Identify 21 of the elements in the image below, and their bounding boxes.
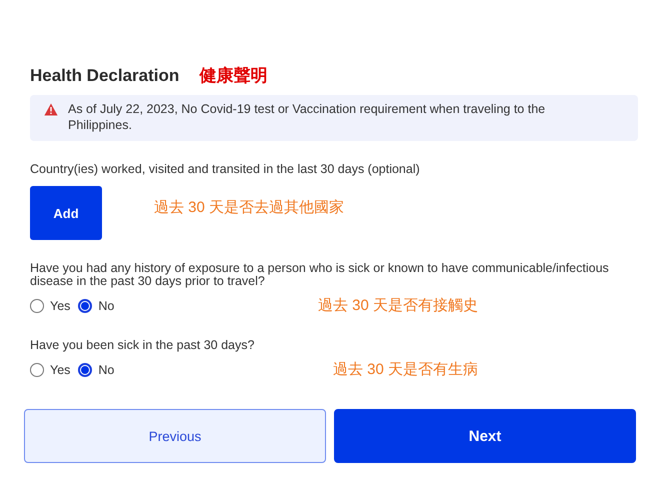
add-button[interactable]: Add bbox=[30, 186, 102, 240]
question-text: Have you had any history of exposure to a person who is sick or known to have communicable/infectious disease in the past 30 days prior to travel? bbox=[30, 262, 610, 288]
previous-button[interactable]: Previous bbox=[24, 409, 326, 463]
question-text: Have you been sick in the past 30 days? bbox=[30, 339, 256, 352]
page-title: Health Declaration bbox=[30, 66, 180, 86]
radio-button[interactable] bbox=[30, 298, 44, 312]
radio-button[interactable] bbox=[78, 362, 92, 376]
field-label: Country(ies) worked, visited and transited in the last 30 days (optional) bbox=[30, 163, 421, 176]
warning-icon bbox=[44, 103, 58, 116]
radio-button[interactable] bbox=[30, 362, 44, 376]
radio-button[interactable] bbox=[78, 298, 92, 312]
radio-label[interactable]: Yes bbox=[50, 298, 70, 312]
radio-label[interactable]: No bbox=[98, 298, 114, 312]
annotation: 過去 30 天是否去過其他國家 bbox=[154, 198, 344, 217]
radio-label[interactable]: No bbox=[98, 362, 114, 376]
annotation: 過去 30 天是否有生病 bbox=[332, 360, 478, 379]
alert-text: As of July 22, 2023, No Covid-19 test or Vaccination requirement when traveling to the Philippines. bbox=[68, 101, 546, 133]
next-button[interactable]: Next bbox=[334, 409, 636, 463]
annotation: 過去 30 天是否有接觸史 bbox=[318, 296, 478, 315]
annotation: 健康聲明 bbox=[199, 65, 268, 87]
radio-label[interactable]: Yes bbox=[50, 362, 70, 376]
